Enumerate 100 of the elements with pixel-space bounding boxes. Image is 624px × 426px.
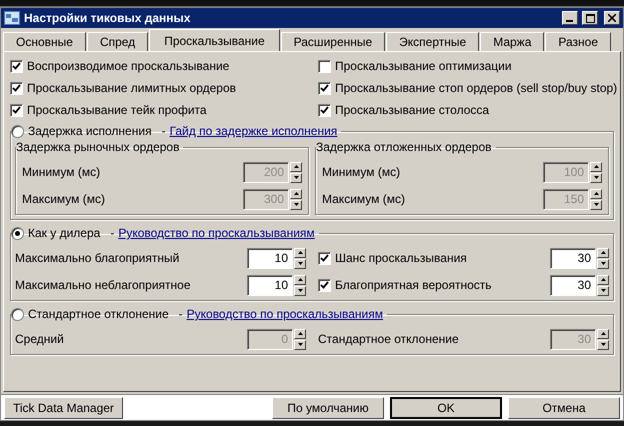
- guide-link[interactable]: Руководство по проскальзываниям: [186, 307, 383, 321]
- spin-up-button[interactable]: [294, 328, 306, 338]
- checkbox[interactable]: [318, 60, 331, 72]
- tab[interactable]: Спред: [86, 32, 148, 51]
- spin-up-button[interactable]: [294, 274, 306, 284]
- down-arrow-icon: [294, 203, 298, 206]
- checkbox-label: Проскальзывание лимитных ордеров: [27, 81, 236, 95]
- up-arrow-icon: [600, 251, 606, 254]
- field-label: Средний: [15, 332, 64, 346]
- down-arrow-icon: [600, 289, 606, 292]
- checkbox-label: Воспроизводимое проскальзывание: [27, 59, 230, 73]
- spin-up-button[interactable]: [294, 248, 306, 258]
- close-icon: [608, 14, 616, 22]
- guide-link[interactable]: Руководство по проскальзываниям: [118, 226, 315, 240]
- maximize-icon: [586, 14, 594, 22]
- dialog-button[interactable]: По умолчанию: [272, 396, 384, 418]
- checkbox[interactable]: [318, 82, 331, 94]
- number-field[interactable]: 10: [247, 248, 293, 268]
- field-label: Стандартное отклонение: [318, 332, 459, 346]
- spin-down-button[interactable]: [290, 200, 302, 210]
- radio-button[interactable]: [11, 124, 24, 138]
- group-title: Задержка рыночных ордеров: [16, 140, 180, 154]
- checkbox[interactable]: [10, 60, 23, 72]
- number-field[interactable]: 10: [247, 274, 293, 296]
- close-button[interactable]: [604, 11, 620, 25]
- radio-label: Стандартное отклонение: [28, 307, 169, 321]
- spin-up-button[interactable]: [590, 188, 602, 198]
- radio-button[interactable]: [11, 308, 24, 320]
- up-arrow-icon: [594, 165, 598, 168]
- maximize-button[interactable]: [582, 11, 598, 25]
- radio-label: Как у дилера: [28, 226, 100, 240]
- field-label: Минимум (мс): [22, 165, 100, 179]
- checkbox[interactable]: [318, 104, 331, 116]
- field-label: Максимум (мс): [322, 192, 405, 206]
- tab[interactable]: Экспертные: [386, 32, 480, 51]
- up-arrow-icon: [294, 192, 298, 195]
- spin-up-button[interactable]: [590, 162, 602, 172]
- tab[interactable]: Проскальзывание: [149, 29, 280, 51]
- tab[interactable]: Разное: [545, 32, 611, 51]
- number-field[interactable]: 30: [550, 248, 596, 268]
- field-label: Шанс проскальзывания: [335, 251, 467, 265]
- spin-down-button[interactable]: [294, 286, 306, 296]
- spin-down-button[interactable]: [597, 286, 609, 296]
- group-title: Задержка отложенных ордеров: [316, 140, 493, 154]
- spin-down-button[interactable]: [294, 258, 306, 268]
- spin-up-button[interactable]: [290, 162, 302, 172]
- field-label: Благоприятная вероятность: [335, 278, 492, 292]
- down-arrow-icon: [298, 343, 302, 346]
- checkbox[interactable]: [10, 104, 23, 116]
- spin-down-button[interactable]: [294, 340, 306, 350]
- checkbox-label: Проскальзывание стоп ордеров (sell stop/buy stop): [335, 81, 618, 95]
- window-title: Настройки тиковых данных: [24, 11, 192, 25]
- spin-down-button[interactable]: [290, 172, 302, 182]
- spin-down-button[interactable]: [590, 172, 602, 182]
- spin-up-button[interactable]: [597, 248, 609, 258]
- up-arrow-icon: [594, 192, 598, 195]
- spin-up-button[interactable]: [290, 188, 302, 198]
- field-label: Максимум (мс): [22, 192, 105, 206]
- up-arrow-icon: [294, 165, 298, 168]
- tab[interactable]: Маржа: [480, 32, 544, 51]
- dialog-button[interactable]: Tick Data Manager: [4, 396, 123, 418]
- checkbox[interactable]: [318, 252, 331, 264]
- up-arrow-icon: [600, 278, 606, 281]
- field-label: Минимум (мс): [322, 165, 400, 179]
- separator-dash: -: [178, 307, 183, 321]
- spin-down-button[interactable]: [597, 340, 609, 350]
- separator-dash: -: [110, 226, 114, 240]
- up-arrow-icon: [600, 332, 606, 335]
- up-arrow-icon: [298, 251, 302, 254]
- down-arrow-icon: [600, 343, 606, 346]
- checkbox-label: Проскальзывание столосса: [335, 103, 490, 117]
- checkbox-label: Проскальзывание оптимизации: [335, 59, 512, 73]
- spin-up-button[interactable]: [597, 274, 609, 284]
- guide-link[interactable]: Гайд по задержке исполнения: [170, 124, 338, 138]
- dialog-button[interactable]: OK: [390, 396, 502, 418]
- down-arrow-icon: [600, 262, 606, 265]
- checkbox[interactable]: [318, 278, 331, 292]
- up-arrow-icon: [298, 278, 302, 281]
- field-label: Максимально благоприятный: [15, 251, 180, 265]
- checkbox[interactable]: [10, 82, 23, 94]
- minimize-button[interactable]: [562, 11, 578, 25]
- down-arrow-icon: [294, 176, 298, 179]
- up-arrow-icon: [298, 332, 302, 335]
- spin-down-button[interactable]: [597, 258, 609, 268]
- down-arrow-icon: [298, 262, 302, 265]
- down-arrow-icon: [298, 289, 302, 292]
- down-arrow-icon: [594, 176, 598, 179]
- dialog-button[interactable]: Отмена: [508, 396, 620, 418]
- radio-button[interactable]: [11, 226, 24, 240]
- app-icon: [4, 11, 20, 25]
- separator-dash: -: [162, 124, 166, 138]
- tab[interactable]: Основные: [3, 32, 86, 51]
- checkbox-label: Проскальзывание тейк профита: [27, 103, 207, 117]
- spin-up-button[interactable]: [597, 328, 609, 338]
- down-arrow-icon: [594, 203, 598, 206]
- radio-label: Задержка исполнения: [28, 124, 152, 138]
- field-label: Максимально неблагоприятное: [15, 278, 191, 292]
- spin-down-button[interactable]: [590, 200, 602, 210]
- tab[interactable]: Расширенные: [280, 32, 386, 51]
- number-field[interactable]: 30: [550, 274, 596, 296]
